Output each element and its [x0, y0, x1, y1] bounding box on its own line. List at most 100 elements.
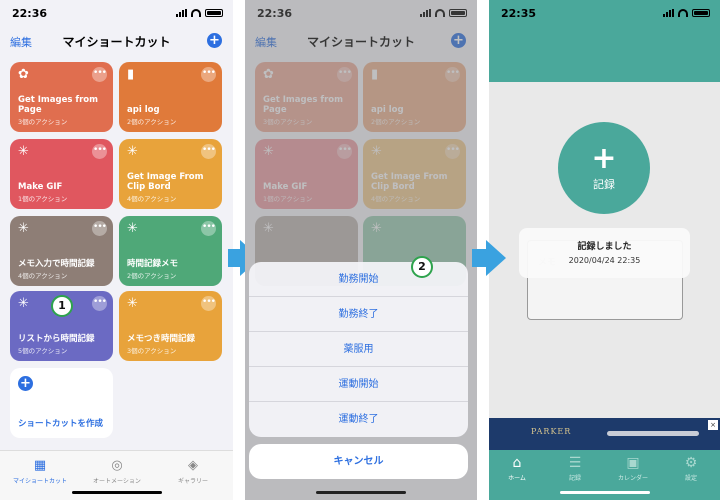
battery-icon [692, 9, 710, 17]
record-toast: 記録しました 2020/04/24 22:35 [519, 228, 690, 278]
tab-label: ギャラリー [177, 478, 208, 485]
shortcut-name: 時間記録メモ [127, 259, 179, 269]
action-option[interactable]: 運動終了 [249, 402, 468, 437]
tab-calendar[interactable]: ▣ カレンダー [609, 455, 657, 482]
step-badge: 1 [51, 295, 73, 317]
shortcut-name: メモ入力で時間記録 [18, 259, 95, 269]
shortcut-name: api log [127, 105, 160, 115]
action-option[interactable]: 運動開始 [249, 367, 468, 402]
shortcut-card[interactable]: ✳ ••• Get Image From Clip Bord 4個のアクション [119, 139, 222, 209]
action-sheet: 勤務開始 勤務終了 薬服用 運動開始 運動終了 [249, 262, 468, 437]
ad-brand: PARKER [531, 427, 572, 436]
tab-automation[interactable]: ◎ オートメーション [82, 458, 152, 486]
action-option[interactable]: 勤務開始 [249, 262, 468, 297]
toast-timestamp: 2020/04/24 22:35 [568, 256, 641, 265]
bookmark-icon: ▮ [127, 67, 135, 82]
layers-icon: ◈ [188, 458, 198, 473]
shortcut-card[interactable]: ✳ ••• メモつき時間記録 3個のアクション [119, 291, 222, 361]
tab-label: 記録 [568, 475, 581, 482]
status-bar: 22:35 [489, 0, 720, 26]
loading-icon: ✳ [18, 144, 29, 159]
home-icon: ⌂ [512, 455, 522, 471]
shortcut-card[interactable]: ✳ ••• Make GIF 1個のアクション [10, 139, 113, 209]
more-options-button[interactable]: ••• [92, 296, 107, 311]
tab-home[interactable]: ⌂ ホーム [493, 455, 541, 482]
shortcut-action-count: 3個のアクション [18, 118, 68, 126]
shortcuts-screen-1: 22:36 編集 マイショートカット + ✿ ••• Get Images fr… [0, 0, 233, 500]
action-option[interactable]: 薬服用 [249, 332, 468, 367]
gear-icon: ✿ [18, 67, 29, 82]
tab-label: カレンダー [617, 475, 648, 482]
tab-label: 設定 [684, 475, 697, 482]
shortcut-name: Get Images from Page [18, 95, 98, 115]
tab-label: ホーム [508, 475, 526, 482]
step-badge: 2 [411, 256, 433, 278]
status-time: 22:36 [12, 7, 48, 20]
loading-icon: ✳ [18, 296, 29, 311]
create-shortcut-card[interactable]: + ショートカットを作成 [10, 368, 113, 438]
more-options-button[interactable]: ••• [201, 221, 216, 236]
ad-banner[interactable]: PARKER × [489, 418, 720, 450]
status-icons [176, 9, 223, 17]
create-shortcut-label: ショートカットを作成 [18, 419, 104, 429]
tab-bar: ▦ マイショートカット ◎ オートメーション ◈ ギャラリー [0, 450, 233, 500]
shortcut-action-count: 5個のアクション [18, 347, 68, 355]
plus-icon: + [591, 141, 617, 176]
tab-my-shortcuts[interactable]: ▦ マイショートカット [5, 458, 75, 486]
tab-label: オートメーション [93, 478, 141, 485]
action-option[interactable]: 勤務終了 [249, 297, 468, 332]
flow-arrow-head [486, 240, 506, 276]
record-app-screen: 22:35 + 記録 メモ 記録しました 2020/04/24 22:35 PA… [489, 0, 720, 500]
add-shortcut-button[interactable]: + [207, 33, 222, 48]
status-time: 22:35 [501, 7, 537, 20]
more-options-button[interactable]: ••• [201, 296, 216, 311]
tab-label: マイショートカット [12, 478, 67, 485]
signal-icon [176, 9, 187, 17]
shortcut-name: Make GIF [18, 182, 63, 192]
app-tab-bar: ⌂ ホーム ☰ 記録 ▣ カレンダー ⚙ 設定 [489, 450, 720, 500]
shortcuts-screen-2: 22:36 編集 マイショートカット + ✿ ••• Get Images fr… [245, 0, 477, 500]
ad-close-icon[interactable]: × [708, 420, 718, 430]
tab-settings[interactable]: ⚙ 設定 [667, 455, 715, 482]
loading-icon: ✳ [127, 296, 138, 311]
shortcut-card[interactable]: ✿ ••• Get Images from Page 3個のアクション [10, 62, 113, 132]
more-options-button[interactable]: ••• [201, 144, 216, 159]
more-options-button[interactable]: ••• [92, 221, 107, 236]
flow-arrow [472, 249, 486, 267]
loading-icon: ✳ [18, 221, 29, 236]
app-header: 22:35 [489, 0, 720, 82]
more-options-button[interactable]: ••• [92, 67, 107, 82]
wifi-icon [678, 9, 688, 17]
shortcut-name: Get Image From Clip Bord [127, 172, 204, 192]
shortcut-card[interactable]: ▮ ••• api log 2個のアクション [119, 62, 222, 132]
shortcut-card[interactable]: ✳ ••• メモ入力で時間記録 4個のアクション [10, 216, 113, 286]
check-circle-icon: ◎ [111, 458, 123, 473]
signal-icon [663, 9, 674, 17]
shortcut-action-count: 4個のアクション [127, 195, 177, 203]
plus-icon: + [18, 376, 33, 391]
shortcut-action-count: 2個のアクション [127, 118, 177, 126]
home-indicator [71, 491, 162, 494]
more-options-button[interactable]: ••• [92, 144, 107, 159]
toast-title: 記録しました [577, 242, 632, 252]
cancel-button[interactable]: キャンセル [249, 444, 468, 479]
tab-gallery[interactable]: ◈ ギャラリー [158, 458, 228, 486]
nav-bar: 編集 マイショートカット + [0, 28, 233, 52]
more-options-button[interactable]: ••• [201, 67, 216, 82]
home-indicator [559, 491, 650, 494]
record-button[interactable]: + 記録 [558, 122, 650, 214]
calendar-icon: ▣ [626, 455, 640, 471]
page-title: マイショートカット [62, 35, 171, 49]
home-indicator [316, 491, 406, 494]
shortcut-action-count: 3個のアクション [127, 347, 177, 355]
wifi-icon [191, 9, 201, 17]
gear-icon: ⚙ [684, 455, 698, 471]
shortcut-name: メモつき時間記録 [127, 334, 196, 344]
record-label: 記録 [593, 178, 615, 191]
tab-record[interactable]: ☰ 記録 [551, 455, 599, 482]
grid-icon: ▦ [33, 458, 47, 473]
battery-icon [205, 9, 223, 17]
loading-icon: ✳ [127, 144, 138, 159]
shortcut-card[interactable]: ✳ ••• 時間記録メモ 2個のアクション [119, 216, 222, 286]
shortcut-name: リストから時間記録 [18, 334, 95, 344]
